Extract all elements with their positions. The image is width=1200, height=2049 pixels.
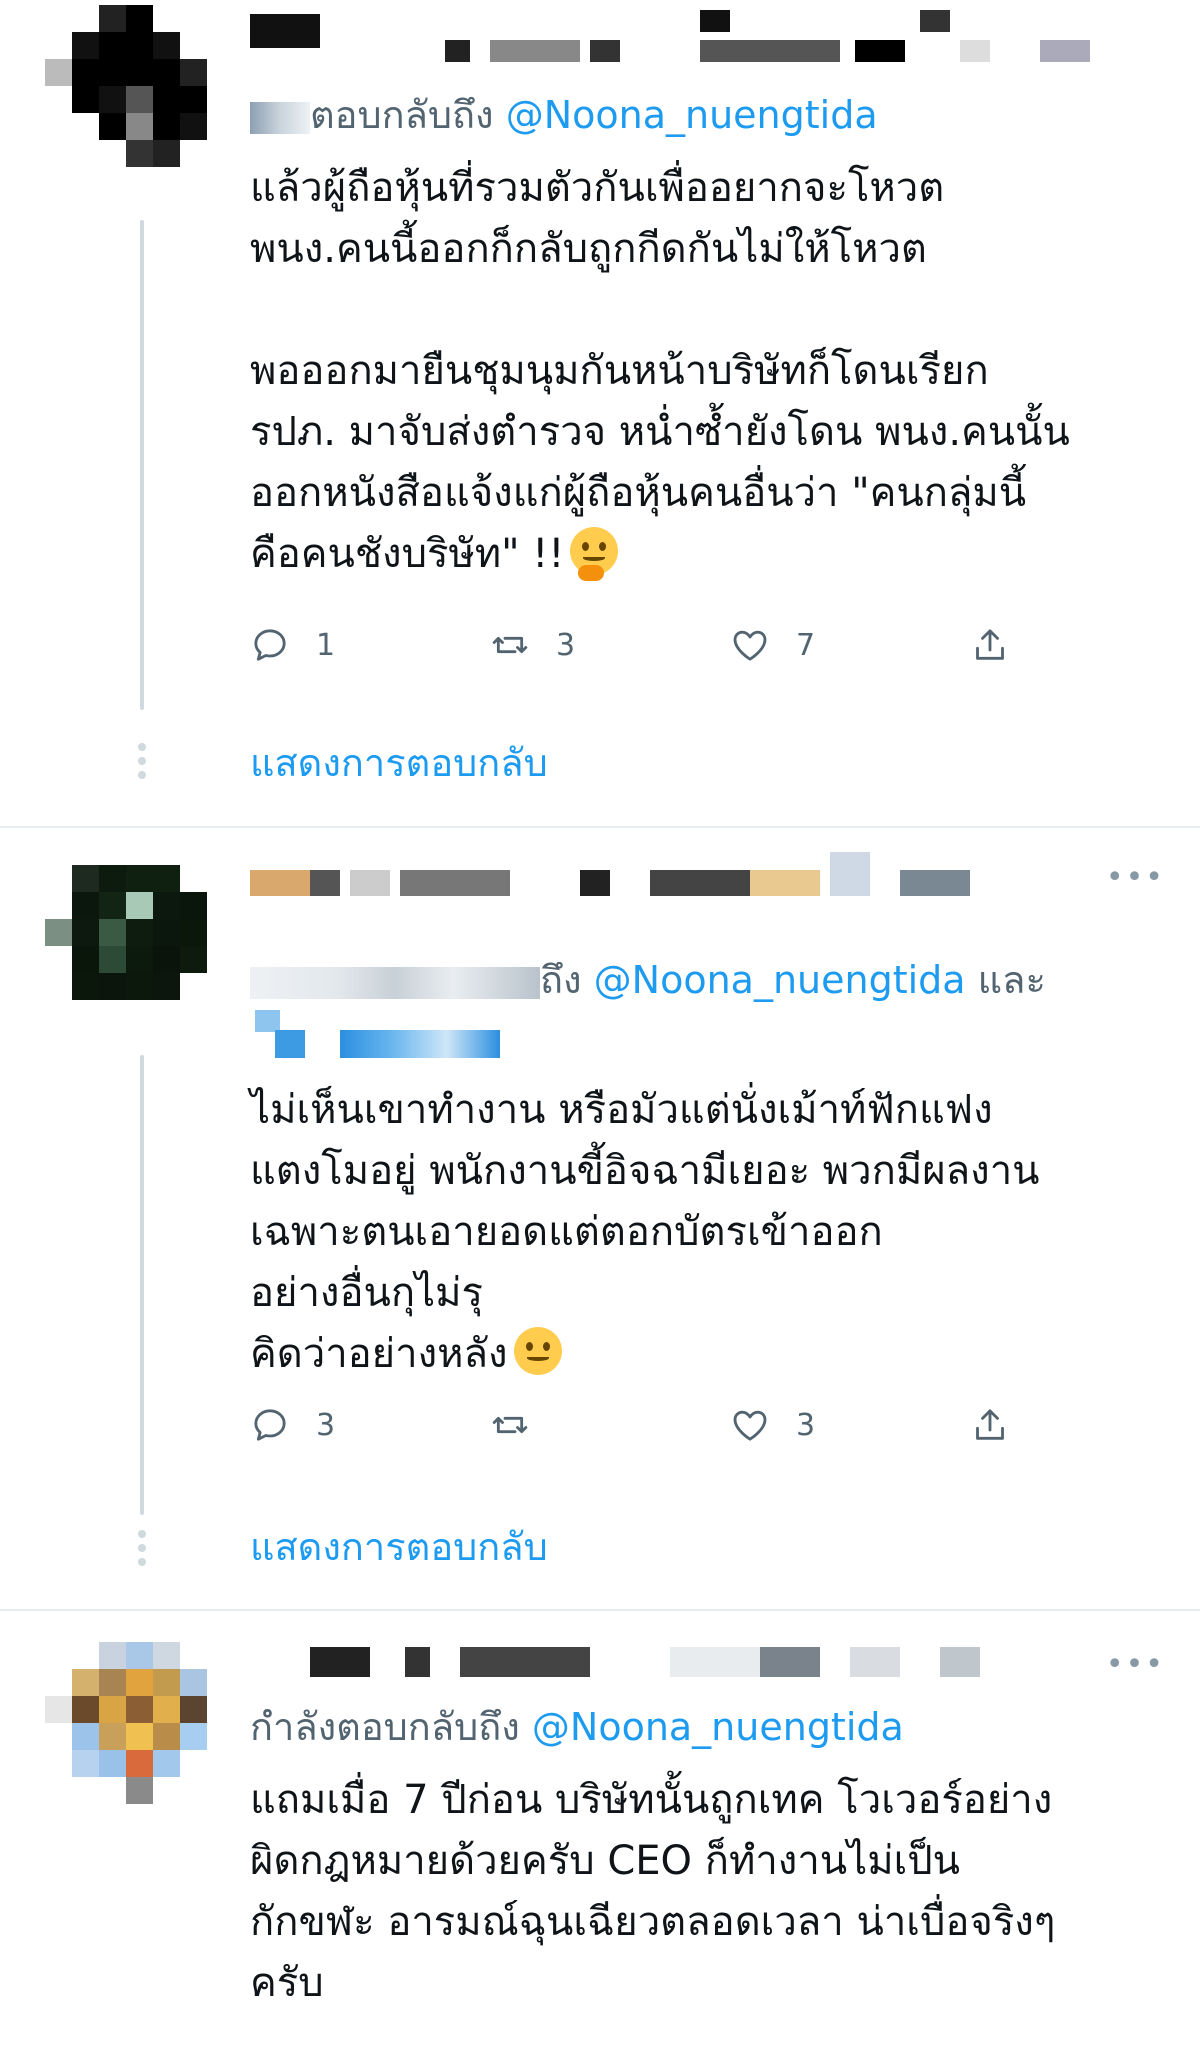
reply-context: กำลังตอบกลับถึง @Noona_nuengtida — [250, 1697, 904, 1757]
tweet-text: แถมเมื่อ 7 ปีก่อน บริษัทนั้นถูกเทค โวเวอ… — [250, 1777, 1056, 2006]
retweet-icon — [492, 636, 528, 654]
reply-button[interactable]: 1 — [250, 620, 335, 670]
reply-suffix: และ — [977, 958, 1046, 1002]
tweet-text: ไม่เห็นเขาทำงาน หรือมัวแต่นั่งเม้าท์ฟักแ… — [250, 1087, 1040, 1377]
mention-redacted — [250, 1010, 1150, 1058]
like-button[interactable]: 3 — [730, 1400, 815, 1450]
reply-prefix: ถึง — [540, 958, 582, 1002]
show-replies-link[interactable]: แสดงการตอบกลับ — [250, 738, 548, 788]
share-icon — [976, 629, 1004, 660]
avatar[interactable] — [45, 1642, 235, 1832]
share-icon — [976, 1409, 1004, 1440]
retweet-button[interactable]: 3 — [490, 620, 575, 670]
retweet-count: 3 — [556, 627, 576, 663]
thinking-face-emoji — [570, 527, 619, 581]
mention-link[interactable]: @Noona_nuengtida — [506, 93, 878, 137]
redacted-block — [250, 966, 540, 999]
avatar[interactable] — [45, 5, 235, 195]
reply-prefix: ตอบกลับถึง — [310, 93, 494, 137]
tweet-1[interactable]: ตอบกลับถึง @Noona_nuengtida แล้วผู้ถือหุ… — [0, 0, 1200, 820]
divider — [0, 826, 1200, 828]
show-replies-link[interactable]: แสดงการตอบกลับ — [250, 1522, 548, 1572]
tweet-2[interactable]: ••• ถึง @Noona_nuengtida และ ไม่เห็นเขาท… — [0, 830, 1200, 1605]
mention-link[interactable]: @Noona_nuengtida — [594, 958, 966, 1002]
share-button[interactable] — [970, 620, 1010, 670]
retweet-button[interactable] — [490, 1400, 556, 1450]
tweet-3[interactable]: ••• กำลังตอบกลับถึง @Noona_nuengtida แถม… — [0, 1612, 1200, 2049]
thread-dots — [136, 1530, 148, 1572]
thread-line — [140, 220, 144, 710]
reply-button[interactable]: 3 — [250, 1400, 335, 1450]
author-name-redacted — [250, 852, 1150, 908]
share-button[interactable] — [970, 1400, 1010, 1450]
mention-link[interactable]: @Noona_nuengtida — [532, 1705, 904, 1749]
heart-icon — [733, 630, 767, 661]
like-count: 3 — [796, 1407, 816, 1443]
reply-icon — [254, 629, 286, 661]
avatar[interactable] — [45, 865, 235, 1055]
like-count: 7 — [796, 627, 816, 663]
reply-context: ตอบกลับถึง @Noona_nuengtida — [250, 85, 878, 145]
thread-dots — [136, 743, 148, 785]
tweet-text: แล้วผู้ถือหุ้นที่รวมตัวกันเพื่ออยากจะโหว… — [250, 158, 1170, 585]
heart-icon — [733, 1410, 767, 1441]
author-name-redacted — [250, 10, 1150, 62]
reply-icon — [254, 1409, 286, 1441]
retweet-icon — [492, 1416, 528, 1434]
reply-count: 1 — [316, 627, 336, 663]
action-bar: 1 3 7 — [250, 620, 1050, 670]
action-bar: 3 3 — [250, 1400, 1050, 1450]
thread-line — [140, 1055, 144, 1515]
reply-prefix: กำลังตอบกลับถึง — [250, 1705, 520, 1749]
more-options-icon[interactable]: ••• — [1106, 1647, 1165, 1682]
reply-count: 3 — [316, 1407, 336, 1443]
more-options-icon[interactable]: ••• — [1106, 860, 1165, 895]
like-button[interactable]: 7 — [730, 620, 815, 670]
author-name-redacted — [250, 1647, 1150, 1685]
divider — [0, 1609, 1200, 1611]
reply-context: ถึง @Noona_nuengtida และ — [250, 950, 1046, 1010]
redacted-block — [250, 101, 310, 134]
smirking-face-emoji — [513, 1327, 562, 1375]
